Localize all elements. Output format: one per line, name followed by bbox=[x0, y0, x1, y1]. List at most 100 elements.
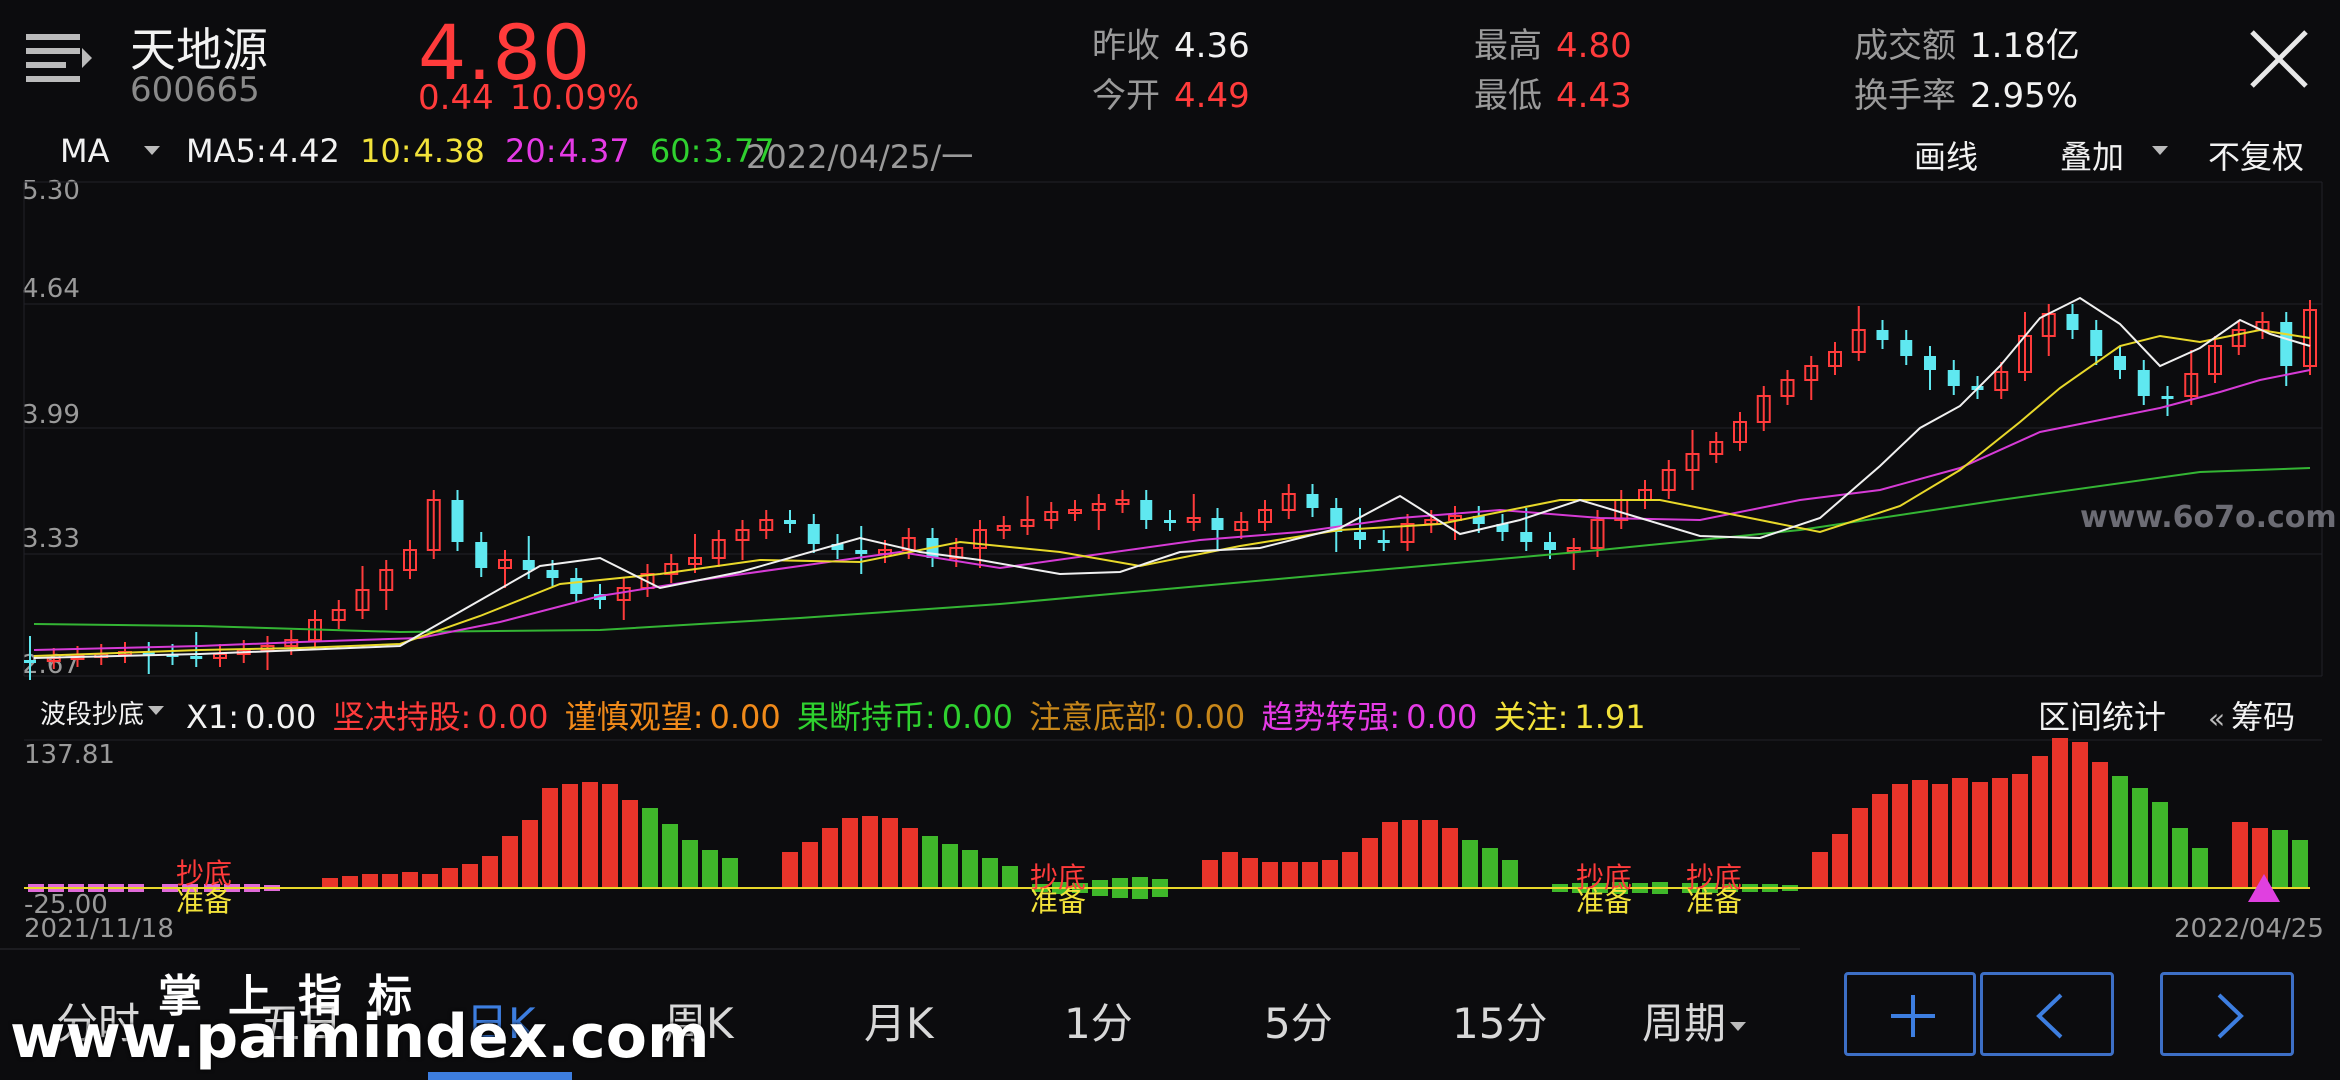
candle-body bbox=[2114, 356, 2126, 370]
candle-body bbox=[1164, 520, 1176, 523]
menu-icon[interactable] bbox=[24, 30, 92, 88]
indicator-bar bbox=[1002, 866, 1018, 888]
indicator-bar bbox=[662, 824, 678, 888]
ma5-line bbox=[33, 296, 2311, 659]
prev-button[interactable] bbox=[1980, 972, 2114, 1056]
stock-code: 600665 bbox=[130, 70, 260, 110]
indicator-bar bbox=[422, 874, 438, 888]
chevron-right-icon bbox=[2217, 993, 2244, 1039]
stat-turnover-amount: 成交额 1.18亿 bbox=[1854, 26, 2080, 66]
ma-lines bbox=[33, 296, 2311, 659]
indicator-bar bbox=[962, 850, 978, 888]
indicator-chart[interactable] bbox=[0, 730, 2340, 920]
indicator-bar bbox=[1222, 852, 1238, 888]
change-amount: 0.44 bbox=[418, 78, 494, 118]
indicator-bar bbox=[382, 874, 398, 888]
indicator-bar bbox=[1932, 784, 1948, 888]
indicator-bar bbox=[1302, 862, 1318, 888]
indicator-bar bbox=[1322, 860, 1338, 888]
tab-15min[interactable]: 15分 bbox=[1452, 990, 1547, 1051]
indicator-bar bbox=[1892, 784, 1908, 888]
indicator-bar bbox=[2112, 776, 2128, 888]
indicator-bar bbox=[2052, 738, 2068, 888]
candle-body bbox=[1544, 542, 1556, 550]
sub-selector-caret-icon[interactable] bbox=[148, 706, 164, 715]
candle-body bbox=[1354, 532, 1366, 540]
ready-signal-label: 准备 bbox=[1576, 885, 1633, 918]
ma-values: MA5:4.42 10:4.38 20:4.37 60:3.77 bbox=[186, 132, 775, 170]
indicator-bar bbox=[1812, 852, 1828, 888]
tab-period[interactable]: 周期 bbox=[1642, 990, 1747, 1051]
start-date: 2021/11/18 bbox=[24, 914, 174, 944]
candle-body bbox=[190, 656, 203, 659]
indicator-bar bbox=[322, 878, 338, 888]
add-button[interactable] bbox=[1844, 972, 1976, 1056]
candle-body bbox=[2161, 396, 2174, 399]
indicator-bar bbox=[482, 856, 498, 888]
indicator-bar bbox=[1342, 852, 1358, 888]
indicator-bar bbox=[2072, 742, 2088, 888]
indicator-bar bbox=[682, 840, 698, 888]
indicator-bar bbox=[1482, 848, 1498, 888]
candles bbox=[24, 300, 2317, 680]
chevron-left-icon bbox=[2036, 993, 2063, 1039]
indicator-bar bbox=[2032, 756, 2048, 888]
overlay-caret-icon[interactable] bbox=[2152, 146, 2168, 155]
candle-body bbox=[784, 520, 796, 524]
candle-body bbox=[570, 578, 583, 594]
candle-body bbox=[2280, 322, 2293, 366]
ma20-line bbox=[33, 369, 2311, 651]
bottom-separator bbox=[0, 948, 1800, 950]
tab-5min[interactable]: 5分 bbox=[1264, 990, 1333, 1051]
candle-body bbox=[1211, 518, 1224, 530]
indicator-bar bbox=[782, 852, 798, 888]
indicator-bar bbox=[902, 828, 918, 888]
ready-signal-label: 准备 bbox=[1686, 885, 1743, 918]
candle-body bbox=[807, 524, 820, 544]
indicator-bar bbox=[602, 784, 618, 888]
candle-body bbox=[855, 550, 868, 554]
indicator-bar bbox=[1402, 820, 1418, 888]
tab-monthly-k[interactable]: 月K bbox=[864, 990, 934, 1051]
candle-body bbox=[522, 560, 535, 570]
active-tab-indicator bbox=[428, 1072, 572, 1080]
ma-selector-caret-icon[interactable] bbox=[144, 146, 160, 155]
ma-selector[interactable]: MA bbox=[60, 132, 116, 170]
indicator-bar bbox=[2272, 830, 2288, 888]
indicator-bar bbox=[1912, 780, 1928, 888]
indicator-bar bbox=[702, 850, 718, 888]
tab-1min[interactable]: 1分 bbox=[1064, 990, 1133, 1051]
indicator-bar bbox=[1832, 834, 1848, 888]
indicator-bar bbox=[1442, 828, 1458, 888]
indicator-bar bbox=[722, 858, 738, 888]
indicator-bar bbox=[642, 808, 658, 888]
indicator-bar bbox=[1872, 794, 1888, 888]
candle-body bbox=[2066, 314, 2079, 330]
indicator-bars bbox=[28, 738, 2308, 899]
stat-high: 最高 4.80 bbox=[1474, 26, 1632, 66]
indicator-bar bbox=[1282, 862, 1298, 888]
candle-body bbox=[1876, 330, 1889, 340]
indicator-bar bbox=[402, 872, 418, 888]
close-icon[interactable] bbox=[2248, 28, 2310, 90]
indicator-bar bbox=[342, 876, 358, 888]
indicator-bar bbox=[882, 818, 898, 888]
candle-body bbox=[1140, 500, 1153, 520]
indicator-bar bbox=[2012, 774, 2028, 888]
indicator-bar bbox=[1362, 838, 1378, 888]
sub-indicator-selector[interactable]: 波段抄底 bbox=[40, 694, 150, 731]
candle-body bbox=[1377, 540, 1390, 543]
indicator-bar bbox=[1262, 862, 1278, 888]
stat-low: 最低 4.43 bbox=[1474, 76, 1632, 116]
indicator-bar bbox=[2132, 788, 2148, 888]
candlestick-chart[interactable] bbox=[0, 170, 2340, 682]
next-button[interactable] bbox=[2160, 972, 2294, 1056]
candle-body bbox=[2090, 330, 2103, 356]
candle-body bbox=[24, 660, 36, 663]
indicator-bar bbox=[802, 842, 818, 888]
indicator-bar bbox=[1382, 822, 1398, 888]
indicator-bar bbox=[462, 864, 478, 888]
candle-body bbox=[1947, 370, 1960, 386]
indicator-bar bbox=[1952, 778, 1968, 888]
indicator-bar bbox=[562, 784, 578, 888]
